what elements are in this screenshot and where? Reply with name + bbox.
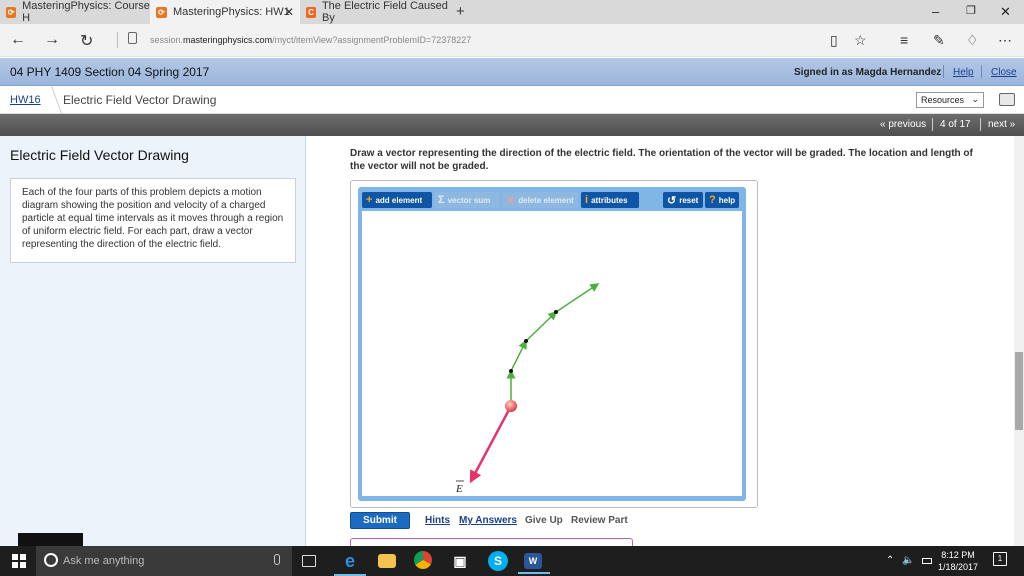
signed-in-text: Signed in as Magda Hernandez [794, 67, 942, 78]
course-title: 04 PHY 1409 Section 04 Spring 2017 [10, 65, 210, 79]
sigma-icon: Σ [438, 194, 445, 206]
minimize-button[interactable]: – [932, 4, 939, 19]
close-tab-icon[interactable]: ✕ [284, 5, 294, 19]
reset-icon: ↺ [667, 194, 677, 207]
velocity-vector [525, 310, 558, 342]
lock-icon [128, 32, 137, 44]
file-explorer-icon[interactable] [378, 554, 396, 568]
give-up-link[interactable]: Give Up [525, 515, 563, 526]
vector-label: E [455, 483, 463, 495]
hints-link[interactable]: Hints [425, 515, 450, 526]
restore-button[interactable]: ❐ [966, 4, 976, 17]
scrollbar-thumb[interactable] [1015, 352, 1023, 430]
delete-element-button[interactable]: ✕ delete element [502, 192, 578, 208]
more-icon[interactable]: ⋯ [998, 32, 1012, 49]
pager-bar: « previous 4 of 17 next » [0, 114, 1024, 136]
web-note-icon[interactable]: ✎ [933, 32, 945, 49]
vector-sum-button[interactable]: Σvector sum [434, 192, 500, 208]
velocity-vector [510, 339, 527, 372]
word-icon[interactable]: W [518, 553, 550, 574]
my-answers-link[interactable]: My Answers [459, 515, 517, 526]
chrome-icon[interactable] [414, 551, 432, 569]
next-link[interactable]: next » [988, 119, 1015, 130]
problem-description: Each of the four parts of this problem d… [10, 178, 296, 263]
previous-link[interactable]: « previous [880, 119, 926, 130]
attributes-button[interactable]: i attributes [581, 192, 639, 208]
chegg-favicon-icon: C [306, 6, 316, 18]
chevron-down-icon: ⌄ [971, 94, 979, 104]
breadcrumb-title: Electric Field Vector Drawing [63, 93, 217, 107]
edge-browser-icon[interactable]: e [334, 551, 366, 576]
delete-icon: ✕ [506, 194, 516, 207]
forward-icon[interactable]: → [44, 31, 60, 49]
new-tab-icon[interactable]: + [456, 3, 465, 20]
clock-time: 8:12 PM [941, 550, 975, 560]
address-bar: ← → ↻ session.masteringphysics.com/myct/… [0, 24, 1024, 57]
position-dot [554, 310, 558, 314]
task-view-icon[interactable] [302, 555, 316, 567]
reading-view-icon[interactable]: ▯ [830, 32, 838, 49]
plus-icon: + [366, 194, 373, 206]
problem-title: Electric Field Vector Drawing [10, 147, 189, 163]
tab-electric-field[interactable]: C The Electric Field Caused By [300, 0, 450, 24]
info-icon: i [585, 194, 589, 206]
battery-icon[interactable] [922, 558, 932, 564]
tab-label: MasteringPhysics: HW1 [173, 6, 290, 18]
microphone-icon[interactable] [274, 554, 280, 565]
close-link[interactable]: Close [991, 67, 1017, 78]
refresh-icon[interactable]: ↻ [80, 31, 93, 51]
search-placeholder: Ask me anything [63, 555, 145, 567]
resources-dropdown[interactable]: Resources ⌄ [916, 92, 984, 108]
tab-label: The Electric Field Caused By [321, 0, 448, 24]
tray-expand-icon[interactable]: ⌃ [886, 555, 894, 566]
question-icon: ? [709, 194, 716, 206]
motion-diagram: E [455, 283, 600, 495]
notification-icon[interactable]: 1 [993, 552, 1007, 566]
part-instruction: Draw a vector representing the direction… [350, 148, 973, 172]
breadcrumb-separator [38, 86, 63, 114]
submit-button[interactable]: Submit [350, 512, 410, 529]
electric-field-vector[interactable] [469, 405, 513, 484]
position-dot [509, 369, 513, 373]
clock-date: 1/18/2017 [938, 562, 979, 572]
favorite-star-icon[interactable]: ☆ [854, 32, 867, 49]
cortana-icon [44, 553, 58, 567]
help-button[interactable]: ? help [705, 192, 739, 208]
position-dot [524, 339, 528, 343]
store-icon[interactable]: ▣ [450, 551, 470, 571]
mastering-favicon-icon: ⟳ [6, 6, 17, 18]
review-part-link[interactable]: Review Part [571, 515, 628, 526]
url-field[interactable]: session.masteringphysics.com/myct/itemVi… [150, 35, 471, 45]
hub-icon[interactable]: ≡ [900, 32, 908, 48]
browser-tab-bar: ⟳ MasteringPhysics: Course H ⟳ Mastering… [0, 0, 1024, 24]
reset-button[interactable]: ↺ reset [663, 192, 703, 208]
page-scrollbar[interactable] [1014, 136, 1024, 546]
velocity-vector [555, 283, 600, 313]
taskbar-clock[interactable]: 8:12 PM 1/18/2017 [938, 549, 978, 573]
problem-sidebar: Electric Field Vector Drawing Each of th… [0, 136, 306, 546]
share-icon[interactable]: ♢ [966, 32, 979, 49]
breadcrumb: HW16 Electric Field Vector Drawing [0, 86, 1024, 114]
tab-label: MasteringPhysics: Course H [22, 0, 150, 24]
mastering-favicon-icon: ⟳ [156, 6, 167, 18]
back-icon[interactable]: ← [10, 31, 26, 49]
windows-start-icon[interactable] [12, 554, 26, 568]
charged-particle [505, 400, 517, 412]
print-icon[interactable] [999, 93, 1015, 106]
overlay-tab [18, 533, 83, 546]
breadcrumb-hw-link[interactable]: HW16 [10, 94, 41, 106]
help-link[interactable]: Help [953, 67, 974, 78]
course-header: 04 PHY 1409 Section 04 Spring 2017 Signe… [0, 58, 1024, 86]
volume-icon[interactable]: 🔈 [902, 555, 914, 566]
close-window-button[interactable]: ✕ [1000, 4, 1011, 20]
skype-icon[interactable]: S [488, 551, 508, 571]
tab-hw[interactable]: ⟳ MasteringPhysics: HW1 ✕ [150, 0, 300, 24]
add-element-button[interactable]: + add element [362, 192, 432, 208]
page-position: 4 of 17 [940, 119, 971, 130]
drawing-canvas[interactable]: E [362, 211, 742, 496]
tab-course[interactable]: ⟳ MasteringPhysics: Course H [0, 0, 150, 24]
